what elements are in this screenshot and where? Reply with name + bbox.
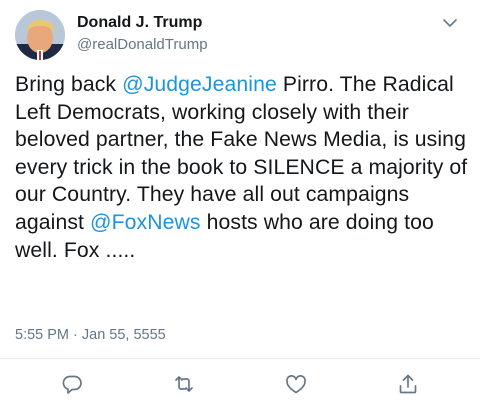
avatar-image <box>15 10 65 60</box>
like-icon[interactable] <box>284 372 308 396</box>
author-display-name[interactable]: Donald J. Trump <box>77 14 202 32</box>
tweet-timestamp[interactable]: 5:55 PM · Jan 55, 5555 <box>15 326 166 344</box>
retweet-icon[interactable] <box>172 372 196 396</box>
tweet-card: Donald J. Trump @realDonaldTrump Bring b… <box>0 0 480 410</box>
share-icon[interactable] <box>396 372 420 396</box>
tweet-text: Bring back @JudgeJeanine Pirro. The Radi… <box>15 71 470 264</box>
avatar[interactable] <box>15 10 65 60</box>
tweet-text-segment: Pirro. The Radical Left Democrats, worki… <box>15 73 468 234</box>
mention-link[interactable]: @JudgeJeanine <box>122 73 277 96</box>
tweet-text-segment: Bring back <box>15 73 123 96</box>
divider <box>0 358 480 359</box>
mention-link[interactable]: @FoxNews <box>90 211 201 234</box>
author-handle[interactable]: @realDonaldTrump <box>77 36 208 54</box>
reply-icon[interactable] <box>60 372 84 396</box>
action-bar <box>0 372 480 396</box>
chevron-down-icon[interactable] <box>442 16 458 28</box>
